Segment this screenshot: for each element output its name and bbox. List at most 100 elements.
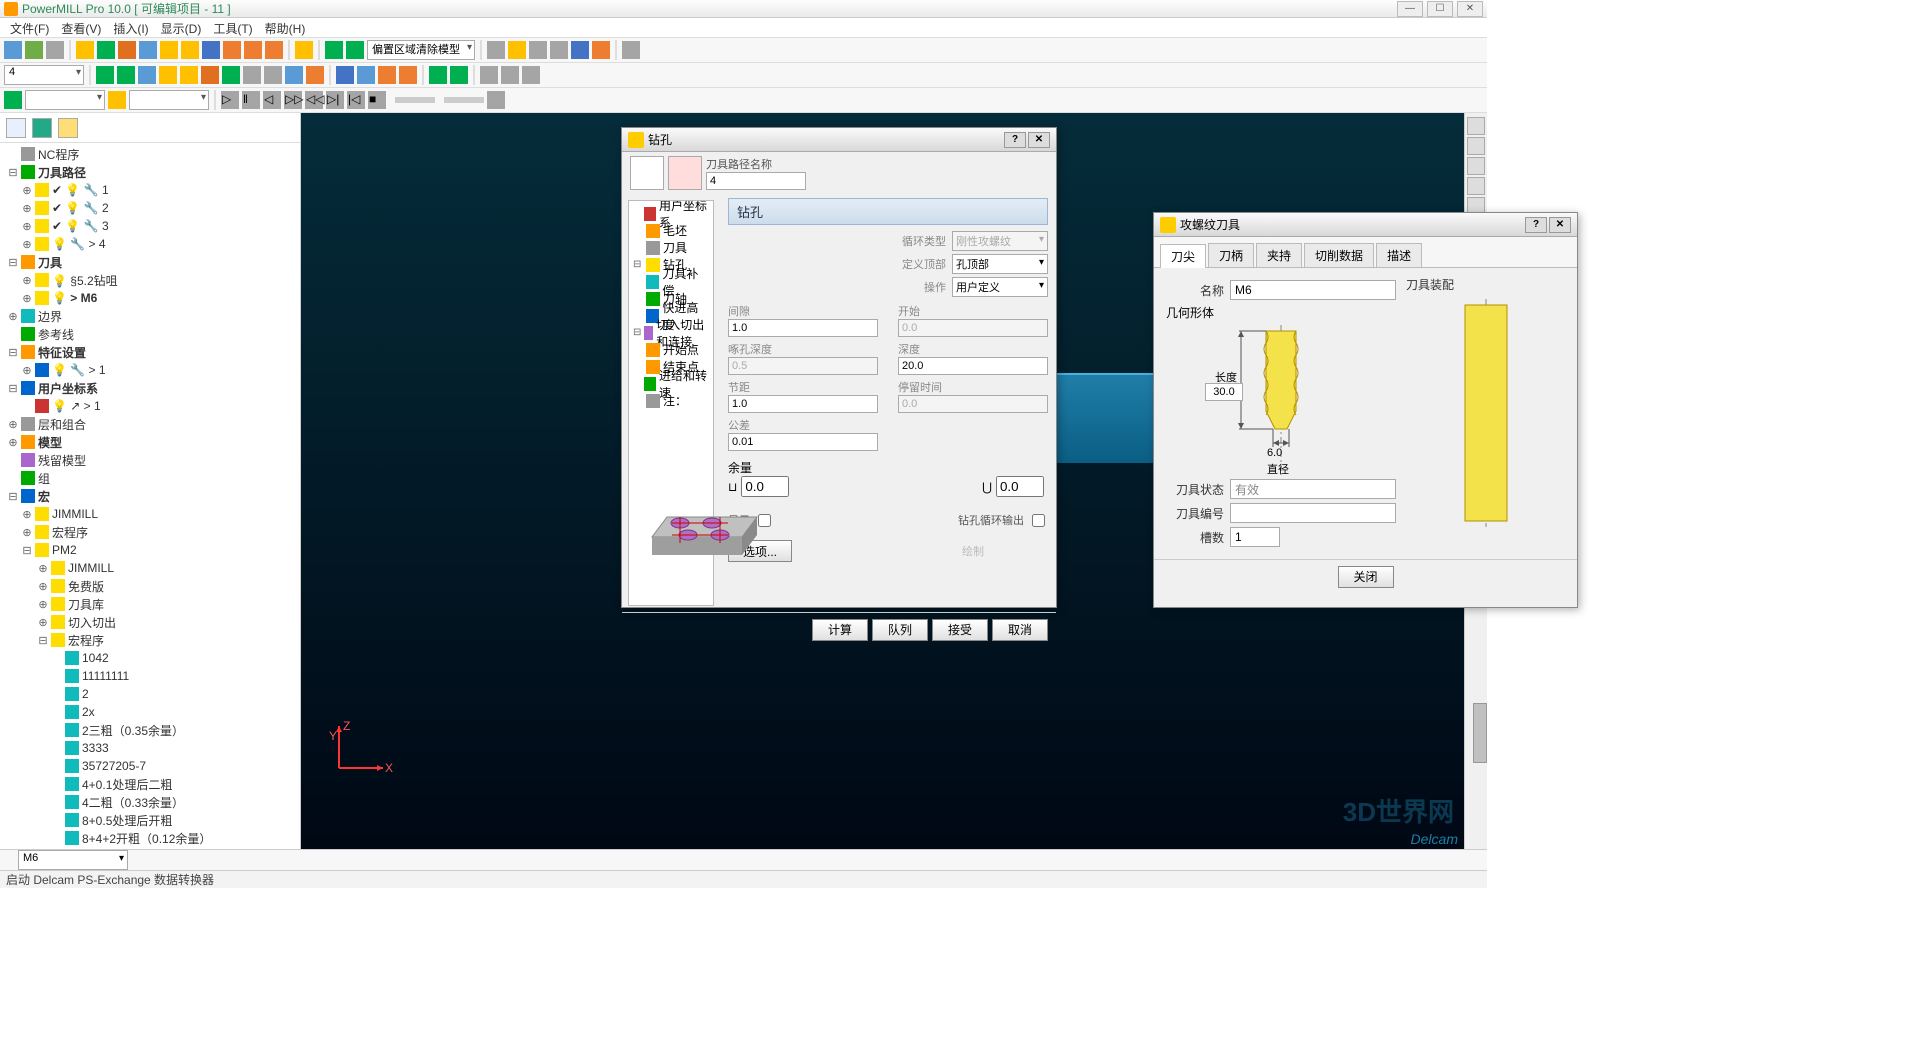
rb-top-icon[interactable] xyxy=(1467,137,1485,155)
tb2-icon[interactable] xyxy=(501,66,519,84)
tb2-icon[interactable] xyxy=(399,66,417,84)
tree-node[interactable]: 3333 xyxy=(4,739,296,757)
cancel-button[interactable]: 取消 xyxy=(992,619,1048,641)
tb2-icon[interactable] xyxy=(450,66,468,84)
explorer-tree-icon[interactable] xyxy=(6,118,26,138)
tb-close-icon[interactable] xyxy=(622,41,640,59)
tree-node[interactable]: ⊟宏 xyxy=(4,487,296,505)
close-button[interactable]: ✕ xyxy=(1457,1,1483,17)
tb-icon[interactable] xyxy=(139,41,157,59)
speed-slider2[interactable] xyxy=(444,97,484,103)
cycle-out-checkbox[interactable] xyxy=(1032,514,1045,527)
tb2-icon[interactable] xyxy=(306,66,324,84)
depth-input[interactable] xyxy=(898,357,1048,375)
tb-icon[interactable] xyxy=(97,41,115,59)
tree-node[interactable]: 8+4+2开粗（0.12余量） xyxy=(4,829,296,847)
drill-help-button[interactable]: ? xyxy=(1004,132,1026,148)
tb2-icon[interactable] xyxy=(285,66,303,84)
tb-save-icon[interactable] xyxy=(46,41,64,59)
tree-node[interactable]: ⊕宏程序 xyxy=(4,523,296,541)
viewport-3d[interactable]: X Z Y 3D世界网 Delcam 钻孔 ? ✕ xyxy=(301,113,1464,849)
tb-icon[interactable] xyxy=(244,41,262,59)
tb2-icon[interactable] xyxy=(264,66,282,84)
tb-block-icon[interactable] xyxy=(76,41,94,59)
tb-strategy2-icon[interactable] xyxy=(346,41,364,59)
path-name-input[interactable] xyxy=(706,172,806,190)
tb2-icon[interactable] xyxy=(222,66,240,84)
tree-node[interactable]: ⊕切入切出 xyxy=(4,613,296,631)
tb3-combo2[interactable] xyxy=(129,90,209,110)
drill-tree-item[interactable]: 刀具补偿 xyxy=(633,273,709,290)
path-combo[interactable]: 4 xyxy=(4,65,84,85)
tb-icon[interactable] xyxy=(181,41,199,59)
cycle-type-combo[interactable]: 刚性攻螺纹 xyxy=(952,231,1048,251)
tree-node[interactable]: ⊕ 💡 🔧 > 4 xyxy=(4,235,296,253)
tb2-icon[interactable] xyxy=(117,66,135,84)
drill-tree-item[interactable]: 刀具 xyxy=(633,239,709,256)
queue-button[interactable]: 队列 xyxy=(872,619,928,641)
tb-icon[interactable] xyxy=(592,41,610,59)
tab-desc[interactable]: 描述 xyxy=(1376,243,1422,267)
tree-node[interactable]: ⊕✔ 💡 🔧 3 xyxy=(4,217,296,235)
tool-close-btn[interactable]: 关闭 xyxy=(1338,566,1394,588)
tb-new-icon[interactable] xyxy=(4,41,22,59)
explorer-trash-icon[interactable] xyxy=(58,118,78,138)
tb2-close-icon[interactable] xyxy=(522,66,540,84)
tree-node[interactable]: 4+0.1处理后二粗 xyxy=(4,775,296,793)
tree-node[interactable]: ⊕ 💡 §5.2钻咀 xyxy=(4,271,296,289)
gap-input[interactable] xyxy=(728,319,878,337)
strategy-combo[interactable]: 偏置区域清除模型 xyxy=(367,40,475,60)
tb-icon[interactable] xyxy=(550,41,568,59)
tb2-icon[interactable] xyxy=(201,66,219,84)
tab-cutdata[interactable]: 切削数据 xyxy=(1304,243,1374,267)
drill-close-button[interactable]: ✕ xyxy=(1028,132,1050,148)
tree-node[interactable]: 💡 ↗ > 1 xyxy=(4,397,296,415)
accept-button[interactable]: 接受 xyxy=(932,619,988,641)
tb2-icon[interactable] xyxy=(159,66,177,84)
tool-help-button[interactable]: ? xyxy=(1525,217,1547,233)
tree-node[interactable]: ⊕ 💡 > M6 xyxy=(4,289,296,307)
tb-icon[interactable] xyxy=(223,41,241,59)
tree-node[interactable]: 2x xyxy=(4,703,296,721)
tab-holder[interactable]: 夹持 xyxy=(1256,243,1302,267)
tree-node[interactable]: 2 xyxy=(4,685,296,703)
tb2-icon[interactable] xyxy=(243,66,261,84)
tb3-combo[interactable] xyxy=(25,90,105,110)
drill-tree-item[interactable]: 进给和转速 xyxy=(633,375,709,392)
tree-node[interactable]: ⊕模型 xyxy=(4,433,296,451)
menu-view[interactable]: 查看(V) xyxy=(57,20,105,35)
tree-node[interactable]: 组 xyxy=(4,469,296,487)
rb-front-icon[interactable] xyxy=(1467,157,1485,175)
tb3-icon[interactable] xyxy=(108,91,126,109)
tb-icon[interactable] xyxy=(295,41,313,59)
tree-node[interactable]: 8+0.5处理后开粗 xyxy=(4,811,296,829)
pause-icon[interactable]: ‖ xyxy=(242,91,260,109)
tree-node[interactable]: NC程序 xyxy=(4,145,296,163)
tb-icon[interactable] xyxy=(202,41,220,59)
tree-node[interactable]: ⊕刀具库 xyxy=(4,595,296,613)
drill-tree-item[interactable]: 用户坐标系 xyxy=(633,205,709,222)
tol-input[interactable] xyxy=(728,433,878,451)
tb2-icon[interactable] xyxy=(96,66,114,84)
drill-preview-icon[interactable] xyxy=(668,156,702,190)
tree-node[interactable]: 35727205-7 xyxy=(4,757,296,775)
tree-node[interactable]: ⊕边界 xyxy=(4,307,296,325)
tree-node[interactable]: 残留模型 xyxy=(4,451,296,469)
tree-node[interactable]: ⊟PM2 xyxy=(4,541,296,559)
drill-tree-item[interactable]: 开始点 xyxy=(633,341,709,358)
calc-button[interactable]: 计算 xyxy=(812,619,868,641)
tb3-close-icon[interactable] xyxy=(487,91,505,109)
play-icon[interactable]: ▷ xyxy=(221,91,239,109)
tree-node[interactable]: 2三粗（0.35余量） xyxy=(4,721,296,739)
explorer-world-icon[interactable] xyxy=(32,118,52,138)
tb-icon[interactable] xyxy=(265,41,283,59)
minimize-button[interactable]: — xyxy=(1397,1,1423,17)
maximize-button[interactable]: ☐ xyxy=(1427,1,1453,17)
menu-help[interactable]: 帮助(H) xyxy=(261,20,310,35)
op-combo[interactable]: 用户定义 xyxy=(952,277,1048,297)
back-icon[interactable]: ◁ xyxy=(263,91,281,109)
tree-node[interactable]: ⊕ 💡 🔧 > 1 xyxy=(4,361,296,379)
menu-insert[interactable]: 插入(I) xyxy=(109,20,152,35)
tab-tip[interactable]: 刀尖 xyxy=(1160,244,1206,268)
start-icon[interactable]: |◁ xyxy=(347,91,365,109)
